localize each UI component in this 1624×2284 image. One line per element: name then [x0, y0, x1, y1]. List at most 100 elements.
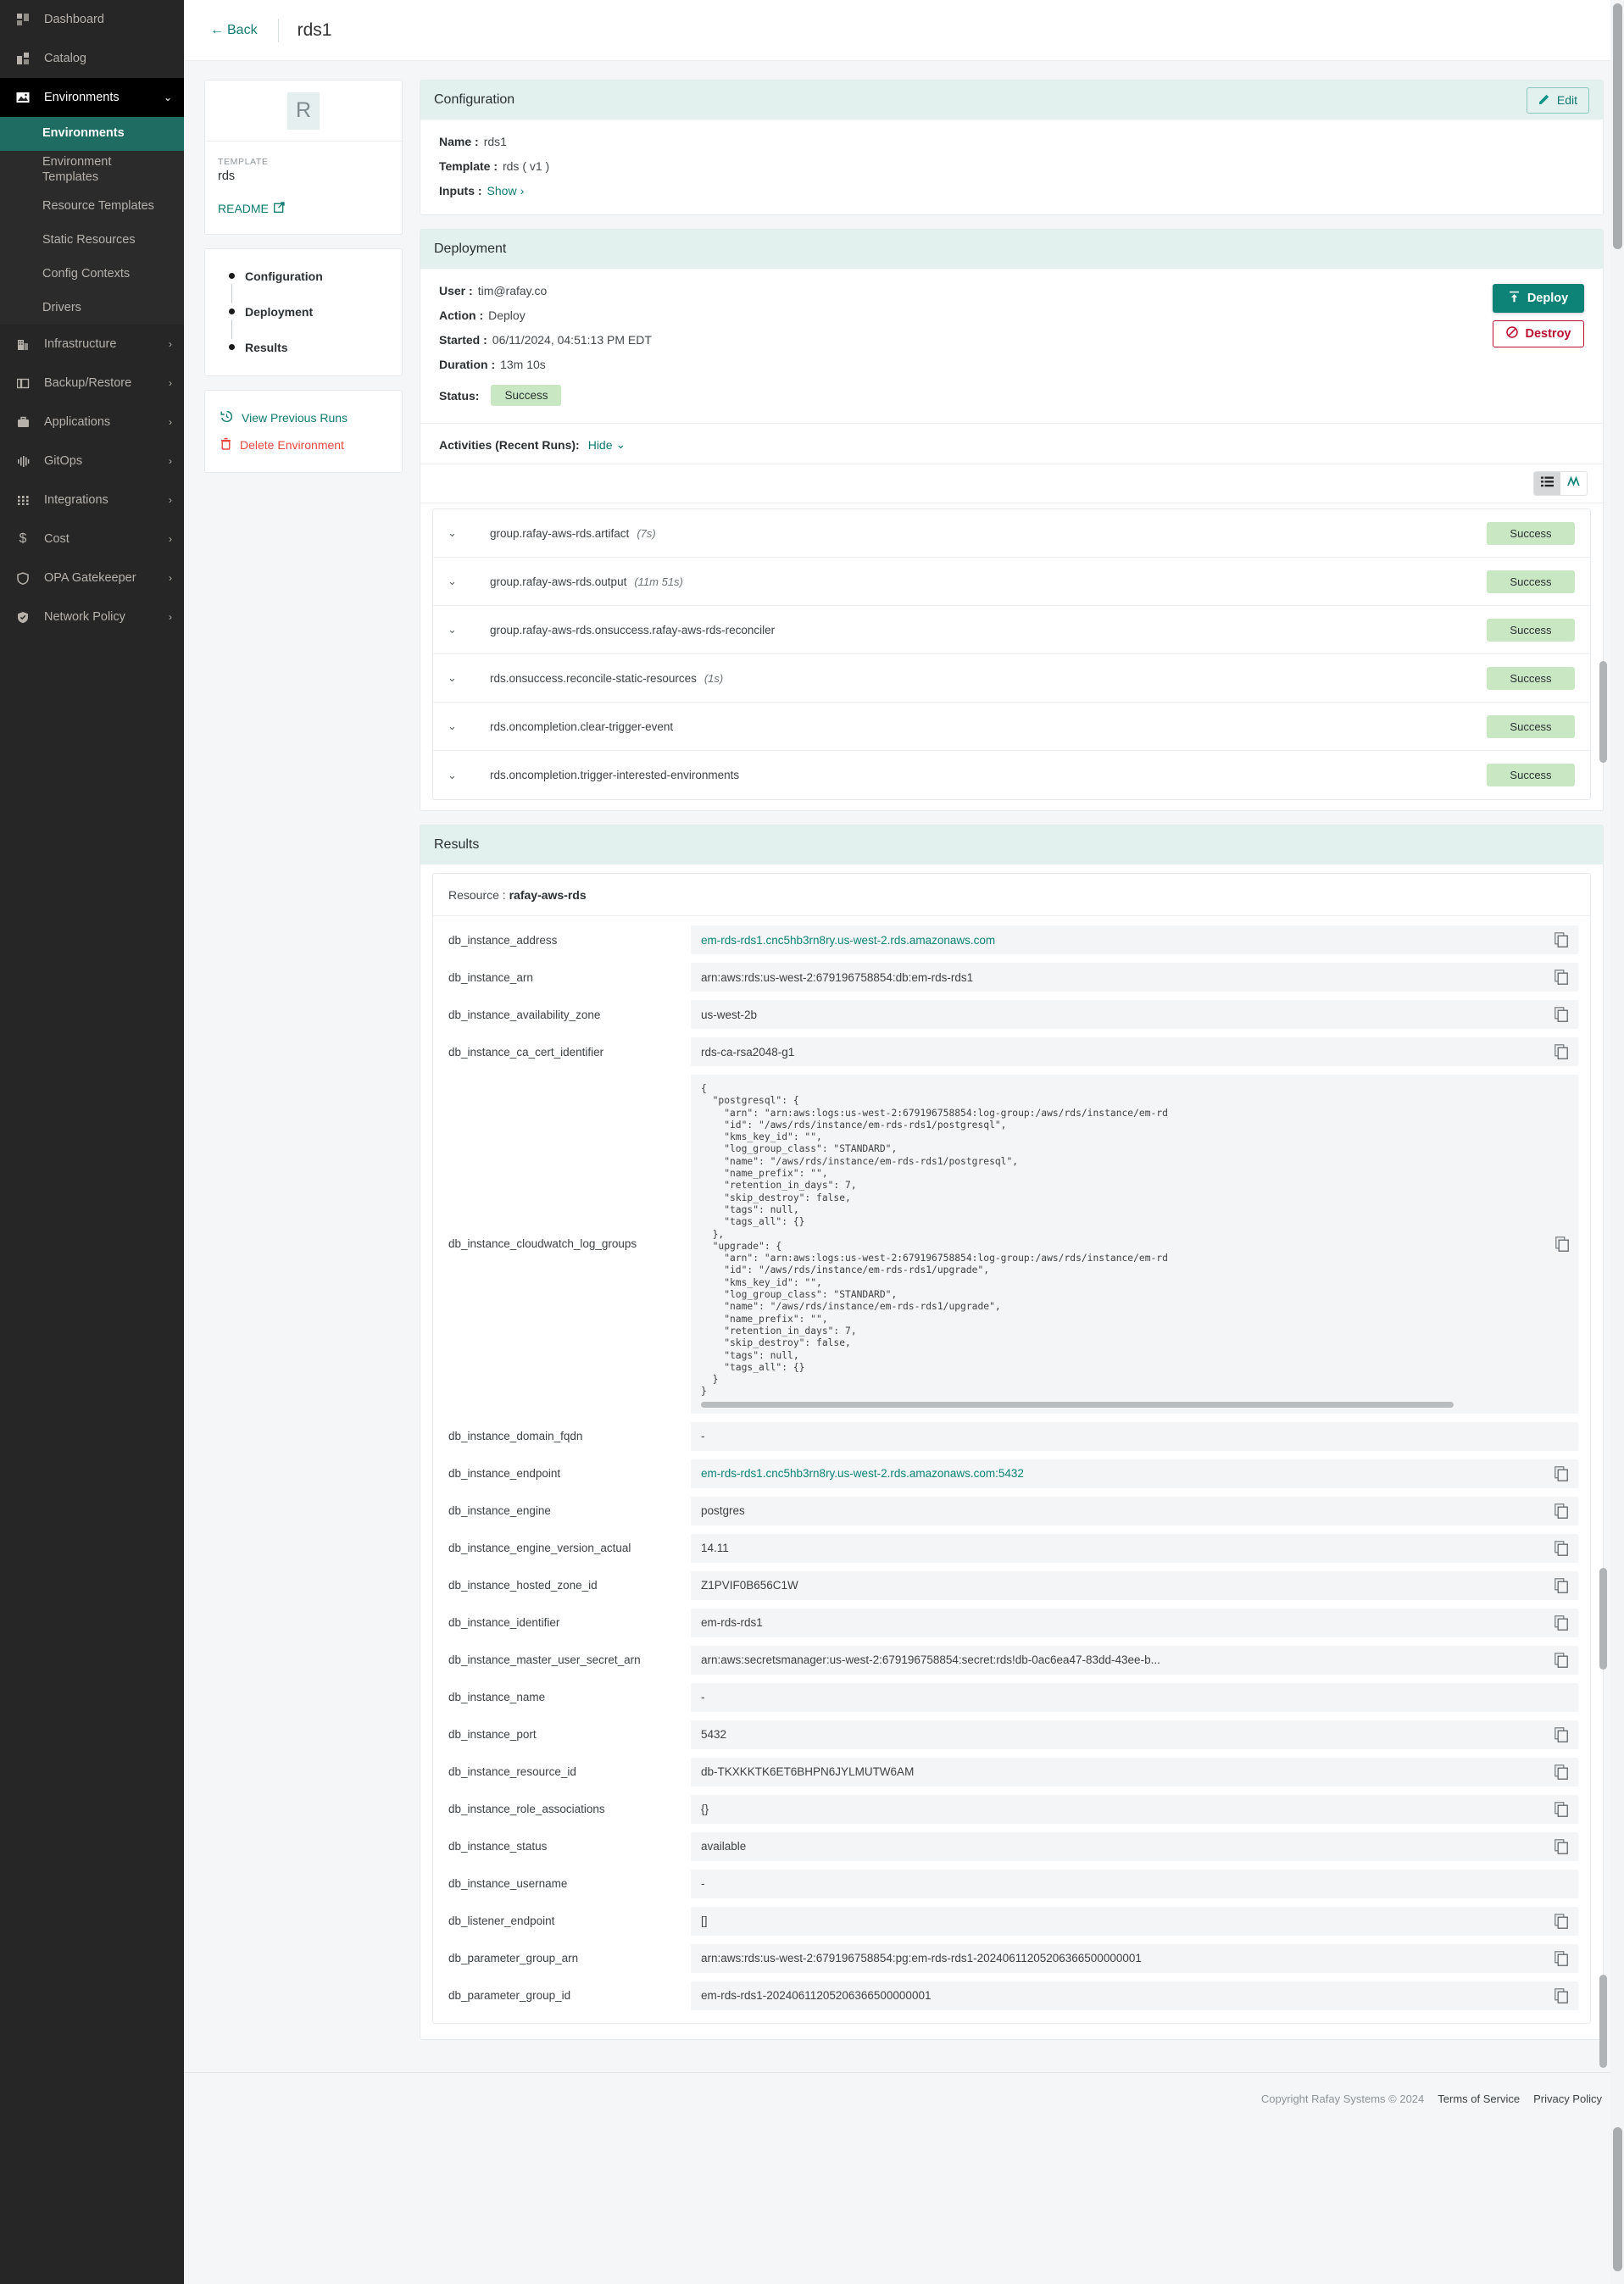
sidebar-subitem-label: Environments — [42, 126, 125, 141]
copy-icon[interactable] — [1551, 1801, 1571, 1817]
copy-icon[interactable] — [1551, 1577, 1571, 1593]
deploy-button[interactable]: Deploy — [1493, 284, 1584, 313]
copy-icon[interactable] — [1551, 970, 1571, 985]
sidebar-item-environment-templates[interactable]: Environment Templates — [0, 151, 184, 189]
view-previous-runs-button[interactable]: View Previous Runs — [205, 404, 402, 431]
right-column: Configuration Edit Name : rds1 Template … — [420, 80, 1604, 2053]
activity-name: group.rafay-aws-rds.onsuccess.rafay-aws-… — [490, 623, 776, 636]
copy-icon[interactable] — [1555, 1075, 1578, 1414]
dashboard-icon — [14, 12, 32, 27]
result-value-link[interactable]: em-rds-rds1.cnc5hb3rn8ry.us-west-2.rds.a… — [701, 934, 1551, 947]
sidebar-item-gitops[interactable]: GitOps › — [0, 442, 184, 481]
chart-view-button[interactable] — [1560, 472, 1587, 495]
result-value-text: {} — [701, 1803, 709, 1816]
sidebar-item-environments-list[interactable]: Environments — [0, 117, 184, 151]
block-icon — [1505, 326, 1518, 342]
copy-icon[interactable] — [1551, 1503, 1571, 1519]
sidebar-item-label: Catalog — [44, 52, 86, 65]
activity-row[interactable]: ⌄ group.rafay-aws-rds.onsuccess.rafay-aw… — [433, 606, 1590, 654]
code-horizontal-scrollbar[interactable] — [701, 1401, 1454, 1408]
readme-link[interactable]: README — [218, 202, 285, 215]
back-label: Back — [227, 22, 258, 37]
results-scrollbar-thumb[interactable] — [1599, 661, 1607, 763]
edit-button[interactable]: Edit — [1526, 86, 1589, 114]
activity-row[interactable]: ⌄ group.rafay-aws-rds.artifact (7s) Succ… — [433, 509, 1590, 558]
page-scrollbar-track[interactable] — [1610, 0, 1624, 2284]
steps-card: Configuration Deployment Results — [204, 248, 403, 376]
results-inner: Resource : rafay-aws-rds db_instance_add… — [420, 864, 1603, 2039]
page-scrollbar-thumb[interactable] — [1613, 3, 1622, 249]
result-row: db_instance_address em-rds-rds1.cnc5hb3rn… — [445, 921, 1578, 959]
chevron-down-icon[interactable]: ⌄ — [448, 671, 464, 685]
copy-icon[interactable] — [1551, 1726, 1571, 1742]
sidebar-subitem-label: Resource Templates — [42, 198, 154, 213]
line-chart-icon — [1567, 475, 1580, 492]
chevron-down-icon[interactable]: ⌄ — [448, 769, 464, 782]
activity-row[interactable]: ⌄ group.rafay-aws-rds.output (11m 51s) S… — [433, 558, 1590, 606]
deployment-started-key: Started : — [439, 333, 487, 347]
sidebar-item-catalog[interactable]: Catalog — [0, 39, 184, 78]
result-key: db_instance_endpoint — [448, 1467, 561, 1481]
chevron-down-icon[interactable]: ⌄ — [448, 526, 464, 540]
list-view-button[interactable] — [1534, 472, 1560, 495]
copy-icon[interactable] — [1551, 1614, 1571, 1631]
chevron-right-icon: › — [169, 377, 172, 390]
copy-icon[interactable] — [1551, 1540, 1571, 1556]
page-scrollbar-thumb-lower[interactable] — [1613, 2127, 1622, 2271]
briefcase-icon — [14, 414, 32, 430]
sidebar-item-network-policy[interactable]: Network Policy › — [0, 597, 184, 636]
copy-icon[interactable] — [1551, 1764, 1571, 1780]
chevron-down-icon[interactable]: ⌄ — [448, 575, 464, 588]
sidebar-item-opa-gatekeeper[interactable]: OPA Gatekeeper › — [0, 558, 184, 597]
sidebar-item-applications[interactable]: Applications › — [0, 403, 184, 442]
activity-row[interactable]: ⌄ rds.oncompletion.trigger-interested-en… — [433, 751, 1590, 799]
config-template-row: Template : rds ( v1 ) — [439, 159, 1584, 173]
chevron-right-icon: › — [169, 533, 172, 546]
results-scrollbar-thumb-2[interactable] — [1599, 1568, 1607, 1670]
copy-icon[interactable] — [1551, 1044, 1571, 1059]
copy-icon[interactable] — [1551, 1465, 1571, 1481]
sidebar-item-resource-templates[interactable]: Resource Templates — [0, 189, 184, 223]
result-value-cell: postgres — [691, 1496, 1578, 1525]
show-inputs-link[interactable]: Show › — [487, 184, 525, 197]
result-value-link[interactable]: em-rds-rds1.cnc5hb3rn8ry.us-west-2.rds.a… — [701, 1467, 1551, 1480]
sidebar-item-static-resources[interactable]: Static Resources — [0, 223, 184, 257]
activities-toggle[interactable]: Hide ⌄ — [588, 437, 626, 452]
result-key: db_instance_resource_id — [448, 1765, 576, 1779]
chevron-down-icon[interactable]: ⌄ — [448, 623, 464, 636]
privacy-policy-link[interactable]: Privacy Policy — [1533, 2092, 1602, 2105]
back-button[interactable]: ← Back — [210, 23, 258, 38]
step-deployment[interactable]: Deployment — [205, 303, 402, 320]
sidebar-item-cost[interactable]: $ Cost › — [0, 520, 184, 558]
copy-icon[interactable] — [1551, 1007, 1571, 1022]
step-results[interactable]: Results — [205, 339, 402, 355]
copy-icon[interactable] — [1551, 1987, 1571, 2003]
template-avatar-area: R — [205, 81, 402, 142]
chevron-down-icon[interactable]: ⌄ — [448, 720, 464, 733]
sidebar-item-dashboard[interactable]: Dashboard — [0, 0, 184, 39]
result-row: db_instance_status available — [445, 1828, 1578, 1865]
result-row: db_instance_name - — [445, 1679, 1578, 1716]
sidebar-item-backup-restore[interactable]: Backup/Restore › — [0, 364, 184, 403]
result-key: db_instance_status — [448, 1840, 548, 1853]
copy-icon[interactable] — [1551, 1913, 1571, 1929]
copy-icon[interactable] — [1551, 1950, 1571, 1966]
left-column: R TEMPLATE rds README Configuration Depl… — [204, 80, 403, 473]
copy-icon[interactable] — [1551, 932, 1571, 947]
results-scrollbar-thumb-3[interactable] — [1599, 1975, 1607, 2068]
copy-icon[interactable] — [1551, 1652, 1571, 1668]
sidebar-item-infrastructure[interactable]: Infrastructure › — [0, 325, 184, 364]
step-connector — [231, 320, 232, 339]
copy-icon[interactable] — [1551, 1838, 1571, 1854]
sidebar-item-integrations[interactable]: Integrations › — [0, 481, 184, 520]
activity-row[interactable]: ⌄ rds.oncompletion.clear-trigger-event S… — [433, 703, 1590, 751]
activity-row[interactable]: ⌄ rds.onsuccess.reconcile-static-resourc… — [433, 654, 1590, 703]
result-value-cell: 14.11 — [691, 1533, 1578, 1563]
sidebar-item-config-contexts[interactable]: Config Contexts — [0, 257, 184, 291]
sidebar-item-drivers[interactable]: Drivers — [0, 291, 184, 325]
step-configuration[interactable]: Configuration — [205, 268, 402, 284]
delete-environment-button[interactable]: Delete Environment — [205, 431, 402, 458]
terms-of-service-link[interactable]: Terms of Service — [1438, 2092, 1520, 2105]
sidebar-item-environments[interactable]: Environments ⌄ — [0, 78, 184, 117]
destroy-button[interactable]: Destroy — [1493, 320, 1584, 347]
